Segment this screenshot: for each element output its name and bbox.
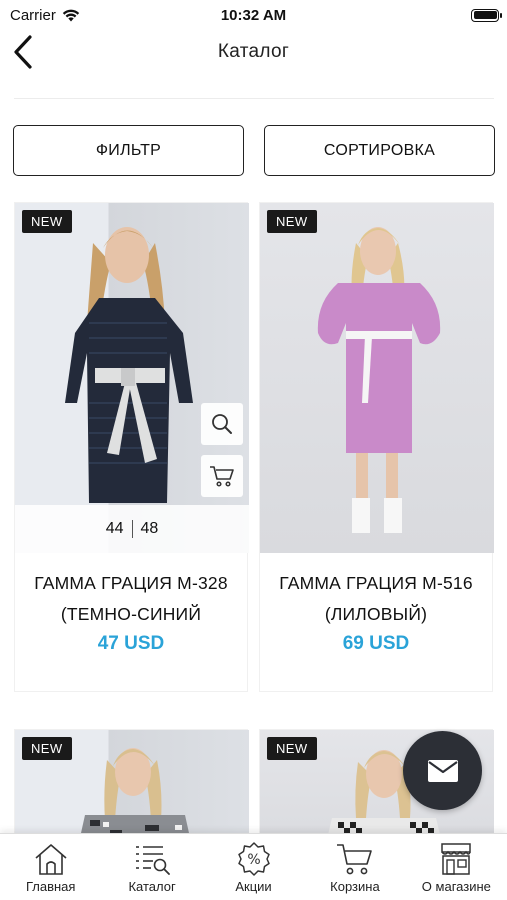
wifi-icon — [62, 9, 80, 21]
status-left: Carrier — [10, 7, 80, 24]
contact-mail-button[interactable] — [403, 731, 482, 810]
store-icon — [441, 843, 472, 875]
product-name[interactable]: ГАММА ГРАЦИЯ М-328 (ТЕМНО-СИНИЙ — [19, 568, 243, 630]
mail-icon — [427, 759, 458, 782]
status-bar: Carrier 10:32 AM — [0, 0, 507, 30]
cart-icon — [210, 466, 234, 487]
product-card[interactable]: NEW 44 48 ГАММА ГРАЦИЯ М-328 (ТЕМНО-СИНИ… — [14, 202, 249, 692]
model-illustration — [317, 227, 441, 533]
size-option[interactable]: 48 — [133, 520, 167, 538]
tab-promotions[interactable]: % Акции — [203, 834, 304, 900]
product-name-line: ГАММА ГРАЦИЯ М-328 — [34, 573, 228, 593]
tab-cart[interactable]: Корзина — [304, 834, 405, 900]
product-name-line: (ТЕМНО-СИНИЙ — [60, 604, 202, 624]
sizes-bar: 44 48 — [15, 505, 249, 553]
add-to-cart-button[interactable] — [201, 455, 243, 497]
size-option[interactable]: 44 — [98, 520, 132, 538]
page-title: Каталог — [217, 41, 290, 62]
sort-button[interactable]: СОРТИРОВКА — [264, 125, 495, 176]
new-badge: NEW — [22, 737, 72, 760]
search-icon — [212, 414, 232, 434]
carrier-label: Carrier — [10, 6, 56, 24]
model-illustration — [65, 227, 193, 503]
filter-row: ФИЛЬТР СОРТИРОВКА — [13, 125, 495, 176]
tab-label: Главная — [25, 879, 76, 894]
discount-icon: % — [237, 842, 270, 876]
tab-bar: Главная Каталог % Акции Корзина О магази… — [0, 833, 507, 900]
product-name[interactable]: ГАММА ГРАЦИЯ М-516 (ЛИЛОВЫЙ) — [264, 568, 488, 630]
cart-icon — [336, 844, 372, 875]
product-price: 47 USD — [97, 633, 165, 654]
battery-icon — [471, 8, 502, 22]
tab-label: Акции — [235, 879, 272, 894]
back-button[interactable] — [8, 34, 38, 70]
product-name-line: (ЛИЛОВЫЙ) — [324, 604, 428, 624]
tab-label: Каталог — [128, 879, 176, 894]
catalog-icon — [136, 846, 171, 875]
product-image[interactable]: NEW — [260, 203, 494, 553]
new-badge: NEW — [267, 737, 317, 760]
filter-button[interactable]: ФИЛЬТР — [13, 125, 244, 176]
quick-view-button[interactable] — [201, 403, 243, 445]
nav-divider — [14, 98, 494, 99]
new-badge: NEW — [22, 210, 72, 233]
tab-label: О магазине — [421, 879, 491, 894]
tab-label: Корзина — [330, 879, 380, 894]
tab-home[interactable]: Главная — [0, 834, 101, 900]
tab-about-store[interactable]: О магазине — [406, 834, 507, 900]
nav-bar: Каталог — [0, 30, 507, 74]
tab-catalog[interactable]: Каталог — [101, 834, 202, 900]
product-card[interactable]: NEW ГАММА ГРАЦИЯ М-516 (ЛИЛОВЫЙ) 69 USD — [259, 202, 494, 692]
chevron-left-icon — [14, 35, 32, 69]
new-badge: NEW — [267, 210, 317, 233]
product-image[interactable]: NEW 44 48 — [15, 203, 249, 553]
home-icon — [35, 844, 67, 875]
svg-text:%: % — [247, 852, 260, 868]
product-name-line: ГАММА ГРАЦИЯ М-516 — [279, 573, 473, 593]
product-price: 69 USD — [342, 633, 410, 654]
